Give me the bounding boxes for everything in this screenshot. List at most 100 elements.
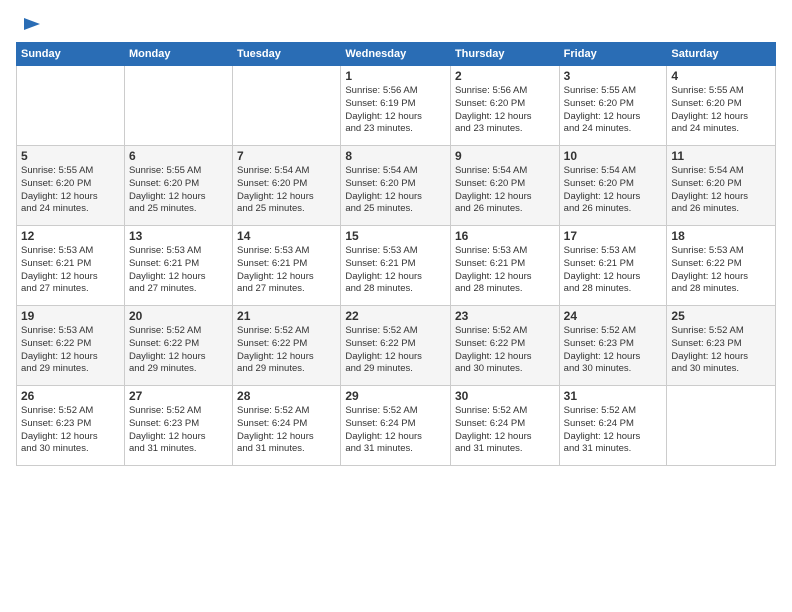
day-number: 10 — [564, 149, 663, 163]
calendar-cell: 6 Sunrise: 5:55 AM Sunset: 6:20 PM Daylig… — [124, 146, 232, 226]
calendar-week-row: 1Sunrise: 5:56 AM Sunset: 6:19 PM Daylig… — [17, 66, 776, 146]
calendar-cell: 26 Sunrise: 5:52 AM Sunset: 6:23 PM Dayli… — [17, 386, 125, 466]
calendar-week-row: 12 Sunrise: 5:53 AM Sunset: 6:21 PM Dayli… — [17, 226, 776, 306]
day-info: Sunrise: 5:52 AM Sunset: 6:24 PM Dayligh… — [564, 405, 663, 456]
weekday-header-sunday: Sunday — [17, 43, 125, 66]
day-info: Sunrise: 5:54 AM Sunset: 6:20 PM Dayligh… — [564, 165, 663, 216]
weekday-header-monday: Monday — [124, 43, 232, 66]
day-info: Sunrise: 5:52 AM Sunset: 6:24 PM Dayligh… — [455, 405, 555, 456]
day-info: Sunrise: 5:52 AM Sunset: 6:22 PM Dayligh… — [345, 325, 446, 376]
day-number: 6 — [129, 149, 228, 163]
calendar-week-row: 19Sunrise: 5:53 AM Sunset: 6:22 PM Dayli… — [17, 306, 776, 386]
calendar-cell: 30Sunrise: 5:52 AM Sunset: 6:24 PM Dayli… — [450, 386, 559, 466]
weekday-header-thursday: Thursday — [450, 43, 559, 66]
calendar-cell: 21 Sunrise: 5:52 AM Sunset: 6:22 PM Dayli… — [233, 306, 341, 386]
calendar-cell: 17 Sunrise: 5:53 AM Sunset: 6:21 PM Dayli… — [559, 226, 667, 306]
calendar-cell: 16Sunrise: 5:53 AM Sunset: 6:21 PM Dayli… — [450, 226, 559, 306]
calendar-cell: 18Sunrise: 5:53 AM Sunset: 6:22 PM Dayli… — [667, 226, 776, 306]
day-number: 19 — [21, 309, 120, 323]
day-number: 16 — [455, 229, 555, 243]
day-info: Sunrise: 5:52 AM Sunset: 6:23 PM Dayligh… — [671, 325, 771, 376]
weekday-header-wednesday: Wednesday — [341, 43, 451, 66]
day-number: 17 — [564, 229, 663, 243]
day-info: Sunrise: 5:52 AM Sunset: 6:24 PM Dayligh… — [345, 405, 446, 456]
calendar-cell: 4 Sunrise: 5:55 AM Sunset: 6:20 PM Daylig… — [667, 66, 776, 146]
day-number: 13 — [129, 229, 228, 243]
calendar-cell: 5Sunrise: 5:55 AM Sunset: 6:20 PM Daylig… — [17, 146, 125, 226]
calendar-cell: 10 Sunrise: 5:54 AM Sunset: 6:20 PM Dayli… — [559, 146, 667, 226]
day-info: Sunrise: 5:55 AM Sunset: 6:20 PM Dayligh… — [129, 165, 228, 216]
day-number: 23 — [455, 309, 555, 323]
calendar-cell: 27Sunrise: 5:52 AM Sunset: 6:23 PM Dayli… — [124, 386, 232, 466]
day-info: Sunrise: 5:56 AM Sunset: 6:20 PM Dayligh… — [455, 85, 555, 136]
day-number: 4 — [671, 69, 771, 83]
day-info: Sunrise: 5:54 AM Sunset: 6:20 PM Dayligh… — [455, 165, 555, 216]
day-info: Sunrise: 5:56 AM Sunset: 6:19 PM Dayligh… — [345, 85, 446, 136]
day-number: 21 — [237, 309, 336, 323]
day-info: Sunrise: 5:52 AM Sunset: 6:24 PM Dayligh… — [237, 405, 336, 456]
calendar-cell: 15 Sunrise: 5:53 AM Sunset: 6:21 PM Dayli… — [341, 226, 451, 306]
day-number: 5 — [21, 149, 120, 163]
header — [16, 16, 776, 32]
calendar-cell: 24 Sunrise: 5:52 AM Sunset: 6:23 PM Dayli… — [559, 306, 667, 386]
day-number: 22 — [345, 309, 446, 323]
day-info: Sunrise: 5:55 AM Sunset: 6:20 PM Dayligh… — [671, 85, 771, 136]
day-number: 20 — [129, 309, 228, 323]
day-number: 31 — [564, 389, 663, 403]
calendar-cell — [124, 66, 232, 146]
weekday-header-row: SundayMondayTuesdayWednesdayThursdayFrid… — [17, 43, 776, 66]
day-number: 8 — [345, 149, 446, 163]
day-number: 9 — [455, 149, 555, 163]
calendar-cell — [667, 386, 776, 466]
day-number: 2 — [455, 69, 555, 83]
day-info: Sunrise: 5:54 AM Sunset: 6:20 PM Dayligh… — [671, 165, 771, 216]
logo-text — [16, 16, 42, 36]
day-info: Sunrise: 5:55 AM Sunset: 6:20 PM Dayligh… — [564, 85, 663, 136]
day-info: Sunrise: 5:53 AM Sunset: 6:21 PM Dayligh… — [129, 245, 228, 296]
day-number: 7 — [237, 149, 336, 163]
calendar-cell: 8 Sunrise: 5:54 AM Sunset: 6:20 PM Daylig… — [341, 146, 451, 226]
calendar-cell: 22 Sunrise: 5:52 AM Sunset: 6:22 PM Dayli… — [341, 306, 451, 386]
calendar-cell: 29 Sunrise: 5:52 AM Sunset: 6:24 PM Dayli… — [341, 386, 451, 466]
calendar-cell — [233, 66, 341, 146]
calendar-cell: 31 Sunrise: 5:52 AM Sunset: 6:24 PM Dayli… — [559, 386, 667, 466]
calendar-cell: 1Sunrise: 5:56 AM Sunset: 6:19 PM Daylig… — [341, 66, 451, 146]
day-number: 18 — [671, 229, 771, 243]
day-number: 28 — [237, 389, 336, 403]
calendar-cell: 7 Sunrise: 5:54 AM Sunset: 6:20 PM Daylig… — [233, 146, 341, 226]
calendar-cell: 13 Sunrise: 5:53 AM Sunset: 6:21 PM Dayli… — [124, 226, 232, 306]
day-info: Sunrise: 5:52 AM Sunset: 6:23 PM Dayligh… — [21, 405, 120, 456]
day-info: Sunrise: 5:52 AM Sunset: 6:22 PM Dayligh… — [237, 325, 336, 376]
calendar-cell: 25 Sunrise: 5:52 AM Sunset: 6:23 PM Dayli… — [667, 306, 776, 386]
calendar-cell: 2 Sunrise: 5:56 AM Sunset: 6:20 PM Daylig… — [450, 66, 559, 146]
page: SundayMondayTuesdayWednesdayThursdayFrid… — [0, 0, 792, 612]
calendar-cell: 11Sunrise: 5:54 AM Sunset: 6:20 PM Dayli… — [667, 146, 776, 226]
calendar-cell: 12 Sunrise: 5:53 AM Sunset: 6:21 PM Dayli… — [17, 226, 125, 306]
day-info: Sunrise: 5:53 AM Sunset: 6:21 PM Dayligh… — [564, 245, 663, 296]
day-info: Sunrise: 5:53 AM Sunset: 6:21 PM Dayligh… — [345, 245, 446, 296]
logo — [16, 16, 42, 32]
day-info: Sunrise: 5:52 AM Sunset: 6:22 PM Dayligh… — [129, 325, 228, 376]
day-number: 3 — [564, 69, 663, 83]
day-number: 27 — [129, 389, 228, 403]
day-info: Sunrise: 5:53 AM Sunset: 6:21 PM Dayligh… — [21, 245, 120, 296]
day-info: Sunrise: 5:54 AM Sunset: 6:20 PM Dayligh… — [345, 165, 446, 216]
weekday-header-friday: Friday — [559, 43, 667, 66]
day-number: 24 — [564, 309, 663, 323]
day-number: 15 — [345, 229, 446, 243]
weekday-header-tuesday: Tuesday — [233, 43, 341, 66]
day-info: Sunrise: 5:54 AM Sunset: 6:20 PM Dayligh… — [237, 165, 336, 216]
day-info: Sunrise: 5:52 AM Sunset: 6:23 PM Dayligh… — [564, 325, 663, 376]
weekday-header-saturday: Saturday — [667, 43, 776, 66]
calendar-week-row: 5 Sunrise: 5:55 AM Sunset: 6:20 PM Daylig… — [17, 146, 776, 226]
logo-flag-icon — [22, 16, 42, 36]
calendar-cell: 28 Sunrise: 5:52 AM Sunset: 6:24 PM Dayli… — [233, 386, 341, 466]
day-number: 29 — [345, 389, 446, 403]
day-number: 25 — [671, 309, 771, 323]
calendar-cell: 23Sunrise: 5:52 AM Sunset: 6:22 PM Dayli… — [450, 306, 559, 386]
day-number: 26 — [21, 389, 120, 403]
calendar-cell: 9 Sunrise: 5:54 AM Sunset: 6:20 PM Daylig… — [450, 146, 559, 226]
day-number: 12 — [21, 229, 120, 243]
day-number: 14 — [237, 229, 336, 243]
calendar-cell — [17, 66, 125, 146]
